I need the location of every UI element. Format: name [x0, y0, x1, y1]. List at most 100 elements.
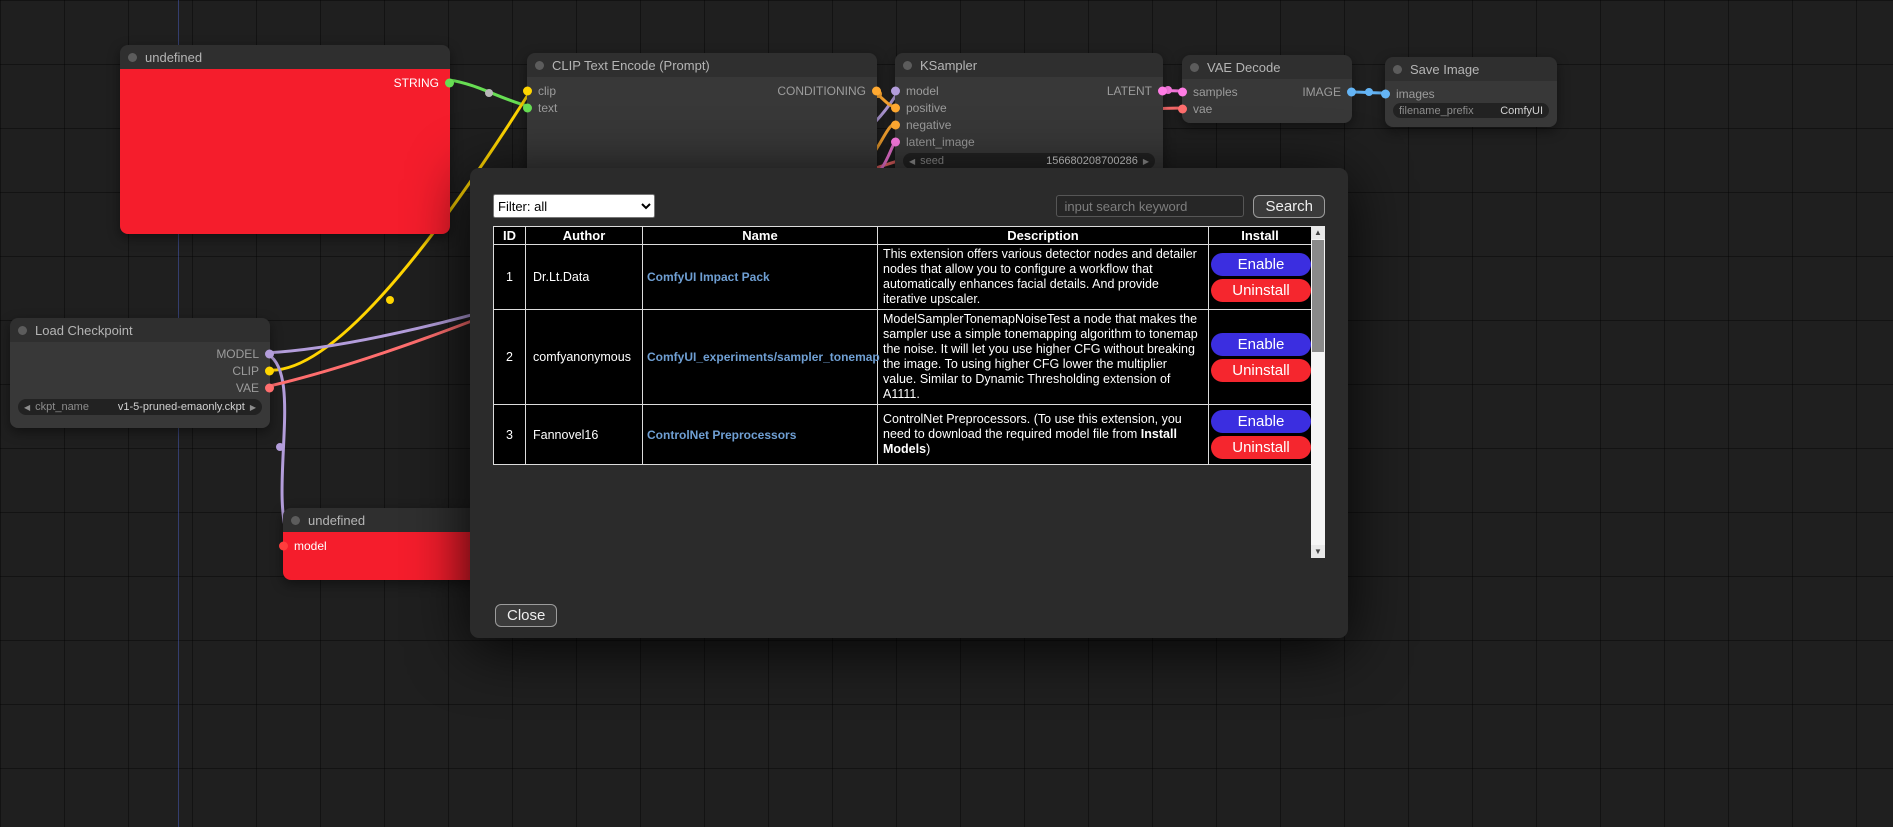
input-label-positive: positive: [906, 101, 947, 115]
output-port-vae[interactable]: [265, 383, 274, 392]
output-label-model: MODEL: [216, 347, 259, 361]
cell-author: Fannovel16: [526, 405, 643, 465]
cell-install: Enable Uninstall: [1209, 245, 1312, 310]
output-label-clip: CLIP: [232, 364, 259, 378]
input-label-samples: samples: [1193, 85, 1238, 99]
table-header-row: ID Author Name Description Install: [494, 227, 1312, 245]
input-port-model[interactable]: [891, 86, 900, 95]
search-button[interactable]: Search: [1253, 195, 1325, 218]
node-ksampler[interactable]: KSampler model LATENT positive negative …: [895, 53, 1163, 187]
output-label-string: STRING: [394, 76, 439, 90]
input-label-vae: vae: [1193, 102, 1212, 116]
node-collapse-dot[interactable]: [1190, 63, 1199, 72]
input-port-text[interactable]: [523, 103, 532, 112]
node-title-bar[interactable]: VAE Decode: [1182, 55, 1352, 79]
node-collapse-dot[interactable]: [903, 61, 912, 70]
filename-prefix-widget[interactable]: filename_prefix ComfyUI: [1393, 103, 1549, 118]
link-dot: [386, 296, 394, 304]
cell-author: Dr.Lt.Data: [526, 245, 643, 310]
input-port-positive[interactable]: [891, 103, 900, 112]
node-title-bar[interactable]: CLIP Text Encode (Prompt): [527, 53, 877, 77]
table-scrollbar[interactable]: ▲ ▼: [1311, 226, 1325, 558]
uninstall-button[interactable]: Uninstall: [1211, 359, 1311, 382]
scroll-up-icon[interactable]: ▲: [1311, 226, 1325, 239]
node-title-bar[interactable]: KSampler: [895, 53, 1163, 77]
node-title-bar[interactable]: Load Checkpoint: [10, 318, 270, 342]
node-load-checkpoint[interactable]: Load Checkpoint MODEL CLIP VAE ◀ ckpt_na…: [10, 318, 270, 428]
extension-link[interactable]: ComfyUI Impact Pack: [647, 270, 770, 284]
input-label-images: images: [1396, 87, 1435, 101]
cell-install: Enable Uninstall: [1209, 310, 1312, 405]
arrow-left-icon[interactable]: ◀: [909, 157, 915, 166]
cell-name: ControlNet Preprocessors: [643, 405, 878, 465]
node-title: CLIP Text Encode (Prompt): [552, 58, 710, 73]
custom-nodes-manager-dialog: Filter: all Search ID Author Name Descri…: [470, 168, 1348, 638]
uninstall-button[interactable]: Uninstall: [1211, 279, 1311, 302]
search-input[interactable]: [1056, 195, 1244, 217]
input-label-model: model: [906, 84, 939, 98]
input-port-model[interactable]: [279, 541, 288, 550]
enable-button[interactable]: Enable: [1211, 253, 1311, 276]
scroll-down-icon[interactable]: ▼: [1311, 545, 1325, 558]
cell-description: This extension offers various detector n…: [878, 245, 1209, 310]
node-title-bar[interactable]: Save Image: [1385, 57, 1557, 81]
close-button[interactable]: Close: [495, 604, 557, 627]
node-vae-decode[interactable]: VAE Decode samples IMAGE vae: [1182, 55, 1352, 123]
input-label-latent-image: latent_image: [906, 135, 975, 149]
input-port-negative[interactable]: [891, 120, 900, 129]
scrollbar-thumb[interactable]: [1312, 240, 1324, 352]
uninstall-button[interactable]: Uninstall: [1211, 436, 1311, 459]
cell-description: ControlNet Preprocessors. (To use this e…: [878, 405, 1209, 465]
cell-id: 1: [494, 245, 526, 310]
filename-prefix-label: filename_prefix: [1399, 105, 1474, 117]
input-label-text: text: [538, 101, 557, 115]
enable-button[interactable]: Enable: [1211, 410, 1311, 433]
arrow-right-icon[interactable]: ▶: [1143, 157, 1149, 166]
filter-select[interactable]: Filter: all: [493, 194, 655, 218]
node-title-bar[interactable]: undefined: [120, 45, 450, 69]
input-label-clip: clip: [538, 84, 556, 98]
output-label-vae: VAE: [236, 381, 259, 395]
cell-name: ComfyUI_experiments/sampler_tonemap: [643, 310, 878, 405]
cell-name: ComfyUI Impact Pack: [643, 245, 878, 310]
extension-link[interactable]: ControlNet Preprocessors: [647, 428, 796, 442]
node-collapse-dot[interactable]: [18, 326, 27, 335]
extension-link[interactable]: ComfyUI_experiments/sampler_tonemap: [647, 350, 880, 364]
input-port-clip[interactable]: [523, 86, 532, 95]
node-collapse-dot[interactable]: [128, 53, 137, 62]
table-row: 1 Dr.Lt.Data ComfyUI Impact Pack This ex…: [494, 245, 1312, 310]
output-port-string[interactable]: [445, 78, 454, 87]
col-header-install: Install: [1209, 227, 1312, 245]
node-collapse-dot[interactable]: [291, 516, 300, 525]
node-title: undefined: [145, 50, 202, 65]
input-port-vae[interactable]: [1178, 104, 1187, 113]
wire-string: [449, 80, 531, 107]
output-label-latent: LATENT: [1107, 84, 1152, 98]
node-undefined-top[interactable]: undefined STRING: [120, 45, 450, 234]
table-row: 2 comfyanonymous ComfyUI_experiments/sam…: [494, 310, 1312, 405]
input-port-samples[interactable]: [1178, 87, 1187, 96]
output-port-conditioning[interactable]: [872, 86, 881, 95]
col-header-id: ID: [494, 227, 526, 245]
table-row: 3 Fannovel16 ControlNet Preprocessors Co…: [494, 405, 1312, 465]
output-port-image[interactable]: [1347, 87, 1356, 96]
col-header-author: Author: [526, 227, 643, 245]
seed-widget-value: 156680208700286: [1046, 155, 1138, 167]
ckpt-name-widget[interactable]: ◀ ckpt_name v1-5-pruned-emaonly.ckpt ▶: [18, 399, 262, 415]
seed-widget[interactable]: ◀ seed 156680208700286 ▶: [903, 153, 1155, 169]
input-port-latent-image[interactable]: [891, 137, 900, 146]
input-port-images[interactable]: [1381, 89, 1390, 98]
node-collapse-dot[interactable]: [535, 61, 544, 70]
node-save-image[interactable]: Save Image images filename_prefix ComfyU…: [1385, 57, 1557, 127]
col-header-description: Description: [878, 227, 1209, 245]
link-dot: [1365, 88, 1373, 96]
enable-button[interactable]: Enable: [1211, 333, 1311, 356]
output-port-model[interactable]: [265, 349, 274, 358]
output-port-clip[interactable]: [265, 366, 274, 375]
arrow-left-icon[interactable]: ◀: [24, 403, 30, 412]
node-collapse-dot[interactable]: [1393, 65, 1402, 74]
ckpt-widget-value: v1-5-pruned-emaonly.ckpt: [118, 401, 245, 413]
output-port-latent[interactable]: [1158, 86, 1167, 95]
arrow-right-icon[interactable]: ▶: [250, 403, 256, 412]
seed-widget-label: seed: [920, 155, 944, 167]
